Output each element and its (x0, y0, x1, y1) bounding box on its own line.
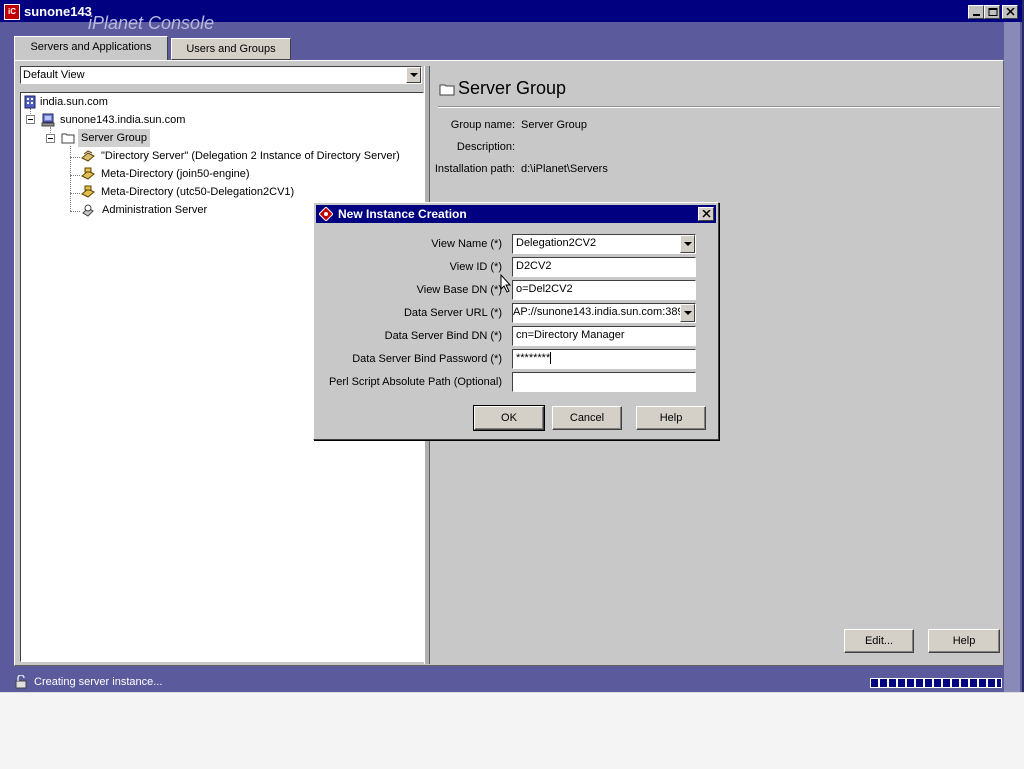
window-right-edge (1004, 22, 1020, 692)
view-name-arrow[interactable] (680, 235, 695, 253)
tree-item-label: Server Group (78, 129, 151, 147)
tree-item-label: "Directory Server" (Delegation 2 Instanc… (101, 150, 400, 162)
view-name-label: View Name (*) (431, 238, 502, 250)
bind-password-field[interactable]: ******** (512, 349, 696, 369)
tab-servers-and-applications[interactable]: Servers and Applications (14, 36, 168, 60)
view-base-dn-value: o=Del2CV2 (516, 283, 573, 295)
data-server-url-label: Data Server URL (*) (403, 307, 502, 319)
maximize-button[interactable] (984, 5, 1000, 19)
chevron-down-icon (684, 311, 692, 315)
lock-icon (15, 675, 27, 689)
bind-password-value: ******** (516, 352, 551, 364)
maximize-icon (988, 8, 998, 16)
folder-icon (439, 84, 455, 96)
data-server-url-select[interactable]: AP://sunone143.india.sun.com:389 (512, 303, 696, 323)
page-title: Server Group (458, 78, 567, 98)
view-select-arrow[interactable] (406, 67, 421, 83)
group-name-value: Server Group (521, 119, 588, 131)
tab-label: Users and Groups (186, 43, 276, 55)
window-title: sunone143 (24, 4, 92, 19)
view-select-value: Default View (23, 69, 85, 81)
tree-item-label: india.sun.com (40, 96, 108, 108)
perl-script-path-label: Perl Script Absolute Path (Optional) (328, 376, 502, 388)
dialog-title: New Instance Creation (338, 207, 467, 221)
dialog-close-button[interactable] (698, 207, 714, 221)
new-instance-dialog: New Instance Creation View Name (*) Dele… (313, 202, 719, 440)
status-text: Creating server instance... (34, 676, 163, 688)
text-caret (550, 352, 552, 365)
view-base-dn-label: View Base DN (*) (416, 284, 502, 296)
progress-bar (870, 678, 1002, 688)
description-label: Description: (456, 141, 515, 153)
details-help-button[interactable]: Help (928, 629, 1000, 653)
admin-server-icon (82, 204, 94, 217)
progress-fill (871, 679, 1001, 687)
tree-item-label: Administration Server (102, 204, 208, 216)
status-bar: Creating server instance... (0, 672, 1004, 692)
tree-line (70, 175, 80, 176)
bind-dn-label: Data Server Bind DN (*) (384, 330, 502, 342)
divider (438, 106, 1000, 108)
tree-item-label: sunone143.india.sun.com (60, 114, 186, 126)
close-button[interactable] (1002, 5, 1018, 19)
tree-line (70, 157, 80, 158)
ok-button[interactable]: OK (473, 405, 545, 431)
tab-label: Servers and Applications (30, 41, 152, 53)
collapse-group-toggle[interactable] (46, 134, 55, 143)
tree-item-label: Meta-Directory (join50-engine) (101, 168, 250, 180)
chevron-down-icon (410, 73, 418, 77)
data-server-url-value: AP://sunone143.india.sun.com:389 (513, 306, 684, 318)
close-icon (702, 210, 711, 218)
computer-icon (41, 113, 55, 127)
data-server-url-arrow[interactable] (680, 304, 695, 322)
bind-dn-field[interactable]: cn=Directory Manager (512, 326, 696, 346)
folder-icon (61, 133, 75, 144)
domain-icon (24, 95, 36, 109)
app-diamond-icon (319, 207, 333, 221)
close-icon (1006, 8, 1015, 16)
bind-password-label: Data Server Bind Password (*) (352, 353, 502, 365)
server-instance-icon (81, 150, 95, 162)
view-id-field[interactable]: D2CV2 (512, 257, 696, 277)
bind-dn-value: cn=Directory Manager (516, 329, 625, 341)
view-base-dn-field[interactable]: o=Del2CV2 (512, 280, 696, 300)
minimize-icon (973, 14, 980, 16)
view-select[interactable]: Default View (20, 66, 422, 84)
chevron-down-icon (684, 242, 692, 246)
perl-script-path-field[interactable] (512, 372, 696, 392)
installation-path-label: Installation path: (434, 163, 515, 175)
tree-line (70, 211, 80, 212)
mouse-pointer-icon (500, 274, 512, 293)
console-banner: iPlanet Console (88, 13, 215, 33)
server-instance-icon (81, 185, 95, 198)
cancel-button[interactable]: Cancel (552, 406, 622, 430)
dialog-help-button[interactable]: Help (636, 406, 706, 430)
dialog-title-bar[interactable]: New Instance Creation (316, 205, 716, 223)
view-name-select[interactable]: Delegation2CV2 (512, 234, 696, 254)
view-id-label: View ID (*) (449, 261, 502, 273)
minimize-button[interactable] (968, 5, 984, 19)
app-icon[interactable]: iC (4, 4, 20, 20)
tree-line (70, 146, 71, 211)
server-instance-icon (81, 167, 95, 180)
tree-item-label: Meta-Directory (utc50-Delegation2CV1) (101, 186, 295, 198)
tree-line (70, 193, 80, 194)
group-name-label: Group name: (450, 119, 515, 131)
view-id-value: D2CV2 (516, 260, 552, 272)
edit-button[interactable]: Edit... (844, 629, 914, 653)
view-name-value: Delegation2CV2 (516, 237, 597, 249)
tab-users-and-groups[interactable]: Users and Groups (171, 38, 291, 60)
desktop-area (0, 692, 1024, 769)
installation-path-value: d:\iPlanet\Servers (521, 163, 608, 175)
collapse-host-toggle[interactable] (26, 115, 35, 124)
